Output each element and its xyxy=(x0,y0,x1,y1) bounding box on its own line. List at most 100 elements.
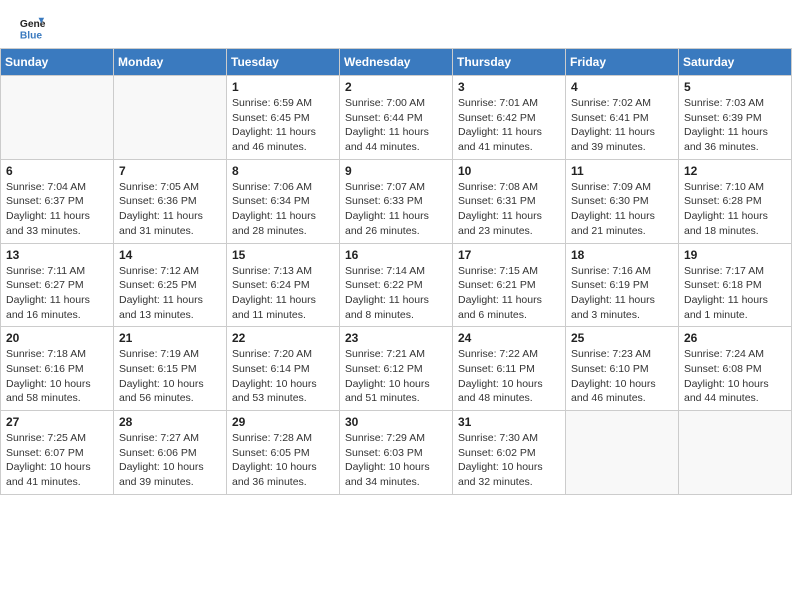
calendar-week-2: 6 Sunrise: 7:04 AM Sunset: 6:37 PM Daylig… xyxy=(1,159,792,243)
day-number: 31 xyxy=(458,415,560,429)
day-number: 9 xyxy=(345,164,447,178)
day-number: 6 xyxy=(6,164,108,178)
day-info: Sunrise: 7:20 AM Sunset: 6:14 PM Dayligh… xyxy=(232,347,334,406)
calendar-cell: 18 Sunrise: 7:16 AM Sunset: 6:19 PM Dayli… xyxy=(566,243,679,327)
col-header-saturday: Saturday xyxy=(679,49,792,76)
day-number: 17 xyxy=(458,248,560,262)
day-number: 24 xyxy=(458,331,560,345)
calendar-cell: 29 Sunrise: 7:28 AM Sunset: 6:05 PM Dayli… xyxy=(227,411,340,495)
calendar-cell: 21 Sunrise: 7:19 AM Sunset: 6:15 PM Dayli… xyxy=(114,327,227,411)
calendar-cell: 12Sunrise: 7:10 AM Sunset: 6:28 PM Dayli… xyxy=(679,159,792,243)
calendar-cell xyxy=(566,411,679,495)
col-header-wednesday: Wednesday xyxy=(340,49,453,76)
col-header-thursday: Thursday xyxy=(453,49,566,76)
day-info: Sunrise: 7:14 AM Sunset: 6:22 PM Dayligh… xyxy=(345,264,447,323)
calendar-header-row: SundayMondayTuesdayWednesdayThursdayFrid… xyxy=(1,49,792,76)
calendar-cell: 8 Sunrise: 7:06 AM Sunset: 6:34 PM Daylig… xyxy=(227,159,340,243)
day-number: 14 xyxy=(119,248,221,262)
calendar-cell: 2Sunrise: 7:00 AM Sunset: 6:44 PM Daylig… xyxy=(340,76,453,160)
svg-text:Blue: Blue xyxy=(20,30,43,41)
day-info: Sunrise: 7:22 AM Sunset: 6:11 PM Dayligh… xyxy=(458,347,560,406)
calendar-week-1: 1Sunrise: 6:59 AM Sunset: 6:45 PM Daylig… xyxy=(1,76,792,160)
day-info: Sunrise: 7:16 AM Sunset: 6:19 PM Dayligh… xyxy=(571,264,673,323)
day-info: Sunrise: 6:59 AM Sunset: 6:45 PM Dayligh… xyxy=(232,96,334,155)
day-number: 3 xyxy=(458,80,560,94)
calendar-cell: 17 Sunrise: 7:15 AM Sunset: 6:21 PM Dayli… xyxy=(453,243,566,327)
day-info: Sunrise: 7:01 AM Sunset: 6:42 PM Dayligh… xyxy=(458,96,560,155)
logo: General Blue xyxy=(18,14,46,42)
calendar-cell: 5 Sunrise: 7:03 AM Sunset: 6:39 PM Daylig… xyxy=(679,76,792,160)
calendar-cell: 19 Sunrise: 7:17 AM Sunset: 6:18 PM Dayli… xyxy=(679,243,792,327)
day-number: 12 xyxy=(684,164,786,178)
day-number: 10 xyxy=(458,164,560,178)
calendar-cell: 20 Sunrise: 7:18 AM Sunset: 6:16 PM Dayli… xyxy=(1,327,114,411)
day-info: Sunrise: 7:08 AM Sunset: 6:31 PM Dayligh… xyxy=(458,180,560,239)
day-number: 2 xyxy=(345,80,447,94)
calendar-week-3: 13 Sunrise: 7:11 AM Sunset: 6:27 PM Dayli… xyxy=(1,243,792,327)
day-number: 27 xyxy=(6,415,108,429)
day-info: Sunrise: 7:13 AM Sunset: 6:24 PM Dayligh… xyxy=(232,264,334,323)
day-info: Sunrise: 7:17 AM Sunset: 6:18 PM Dayligh… xyxy=(684,264,786,323)
calendar-cell: 31 Sunrise: 7:30 AM Sunset: 6:02 PM Dayli… xyxy=(453,411,566,495)
day-number: 30 xyxy=(345,415,447,429)
day-number: 11 xyxy=(571,164,673,178)
col-header-tuesday: Tuesday xyxy=(227,49,340,76)
day-info: Sunrise: 7:19 AM Sunset: 6:15 PM Dayligh… xyxy=(119,347,221,406)
col-header-monday: Monday xyxy=(114,49,227,76)
calendar-cell: 25 Sunrise: 7:23 AM Sunset: 6:10 PM Dayli… xyxy=(566,327,679,411)
calendar-cell: 28 Sunrise: 7:27 AM Sunset: 6:06 PM Dayli… xyxy=(114,411,227,495)
day-number: 21 xyxy=(119,331,221,345)
day-info: Sunrise: 7:04 AM Sunset: 6:37 PM Dayligh… xyxy=(6,180,108,239)
calendar-cell xyxy=(679,411,792,495)
calendar-cell: 16 Sunrise: 7:14 AM Sunset: 6:22 PM Dayli… xyxy=(340,243,453,327)
day-number: 8 xyxy=(232,164,334,178)
day-info: Sunrise: 7:23 AM Sunset: 6:10 PM Dayligh… xyxy=(571,347,673,406)
day-info: Sunrise: 7:28 AM Sunset: 6:05 PM Dayligh… xyxy=(232,431,334,490)
calendar-cell: 13 Sunrise: 7:11 AM Sunset: 6:27 PM Dayli… xyxy=(1,243,114,327)
day-info: Sunrise: 7:03 AM Sunset: 6:39 PM Dayligh… xyxy=(684,96,786,155)
day-number: 15 xyxy=(232,248,334,262)
day-info: Sunrise: 7:29 AM Sunset: 6:03 PM Dayligh… xyxy=(345,431,447,490)
calendar-week-4: 20 Sunrise: 7:18 AM Sunset: 6:16 PM Dayli… xyxy=(1,327,792,411)
day-number: 5 xyxy=(684,80,786,94)
day-number: 13 xyxy=(6,248,108,262)
day-number: 16 xyxy=(345,248,447,262)
day-number: 29 xyxy=(232,415,334,429)
day-number: 18 xyxy=(571,248,673,262)
calendar-cell: 30 Sunrise: 7:29 AM Sunset: 6:03 PM Dayli… xyxy=(340,411,453,495)
day-number: 20 xyxy=(6,331,108,345)
calendar-cell: 1Sunrise: 6:59 AM Sunset: 6:45 PM Daylig… xyxy=(227,76,340,160)
day-info: Sunrise: 7:27 AM Sunset: 6:06 PM Dayligh… xyxy=(119,431,221,490)
calendar-cell: 10 Sunrise: 7:08 AM Sunset: 6:31 PM Dayli… xyxy=(453,159,566,243)
day-info: Sunrise: 7:30 AM Sunset: 6:02 PM Dayligh… xyxy=(458,431,560,490)
calendar-cell: 6 Sunrise: 7:04 AM Sunset: 6:37 PM Daylig… xyxy=(1,159,114,243)
day-number: 22 xyxy=(232,331,334,345)
day-info: Sunrise: 7:05 AM Sunset: 6:36 PM Dayligh… xyxy=(119,180,221,239)
calendar-cell: 4 Sunrise: 7:02 AM Sunset: 6:41 PM Daylig… xyxy=(566,76,679,160)
logo-icon: General Blue xyxy=(18,14,46,42)
calendar-week-5: 27 Sunrise: 7:25 AM Sunset: 6:07 PM Dayli… xyxy=(1,411,792,495)
calendar-cell xyxy=(1,76,114,160)
day-number: 19 xyxy=(684,248,786,262)
calendar-cell: 27 Sunrise: 7:25 AM Sunset: 6:07 PM Dayli… xyxy=(1,411,114,495)
calendar-table: SundayMondayTuesdayWednesdayThursdayFrid… xyxy=(0,48,792,495)
calendar-cell: 22 Sunrise: 7:20 AM Sunset: 6:14 PM Dayli… xyxy=(227,327,340,411)
day-info: Sunrise: 7:18 AM Sunset: 6:16 PM Dayligh… xyxy=(6,347,108,406)
day-info: Sunrise: 7:09 AM Sunset: 6:30 PM Dayligh… xyxy=(571,180,673,239)
day-number: 25 xyxy=(571,331,673,345)
day-info: Sunrise: 7:02 AM Sunset: 6:41 PM Dayligh… xyxy=(571,96,673,155)
day-info: Sunrise: 7:06 AM Sunset: 6:34 PM Dayligh… xyxy=(232,180,334,239)
col-header-friday: Friday xyxy=(566,49,679,76)
day-number: 28 xyxy=(119,415,221,429)
day-info: Sunrise: 7:15 AM Sunset: 6:21 PM Dayligh… xyxy=(458,264,560,323)
day-info: Sunrise: 7:24 AM Sunset: 6:08 PM Dayligh… xyxy=(684,347,786,406)
page-header: General Blue xyxy=(0,0,792,48)
day-info: Sunrise: 7:11 AM Sunset: 6:27 PM Dayligh… xyxy=(6,264,108,323)
calendar-cell: 26 Sunrise: 7:24 AM Sunset: 6:08 PM Dayli… xyxy=(679,327,792,411)
day-number: 4 xyxy=(571,80,673,94)
day-info: Sunrise: 7:25 AM Sunset: 6:07 PM Dayligh… xyxy=(6,431,108,490)
calendar-cell: 14Sunrise: 7:12 AM Sunset: 6:25 PM Dayli… xyxy=(114,243,227,327)
calendar-cell: 9Sunrise: 7:07 AM Sunset: 6:33 PM Daylig… xyxy=(340,159,453,243)
calendar-cell: 7Sunrise: 7:05 AM Sunset: 6:36 PM Daylig… xyxy=(114,159,227,243)
day-number: 26 xyxy=(684,331,786,345)
